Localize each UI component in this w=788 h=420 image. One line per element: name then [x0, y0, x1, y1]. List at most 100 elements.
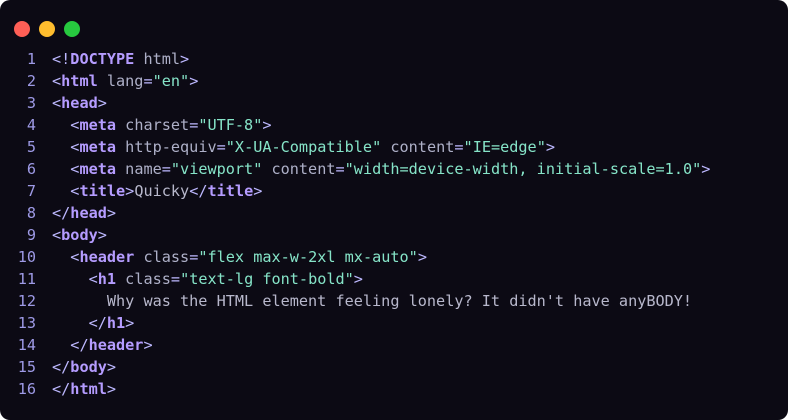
code-token: =	[189, 116, 199, 134]
code-token: Quicky	[134, 182, 190, 200]
code-token: title	[207, 182, 254, 200]
window-controls	[14, 21, 80, 37]
code-token: meta	[79, 116, 117, 134]
code-line: 4 <meta charset="UTF-8">	[0, 114, 788, 136]
line-number: 14	[17, 336, 36, 354]
code-line: 12 Why was the HTML element feeling lone…	[0, 290, 788, 312]
code-token: =	[161, 160, 171, 178]
code-token: header	[88, 336, 144, 354]
code-line: 16 </html>	[0, 378, 788, 400]
code-line: 15 </body>	[0, 356, 788, 378]
code-token: >	[189, 72, 199, 90]
code-token: </	[52, 380, 71, 398]
line-number: 16	[17, 380, 36, 398]
line-number: 13	[17, 314, 36, 332]
code-line: 11 <h1 class="text-lg font-bold">	[0, 268, 788, 290]
code-line: 6 <meta name="viewport" content="width=d…	[0, 158, 788, 180]
code-token: >	[545, 138, 555, 156]
code-token: =	[216, 138, 226, 156]
code-line: 14 </header>	[0, 334, 788, 356]
code-token: >	[143, 336, 153, 354]
code-token: h1	[106, 314, 126, 332]
zoom-button[interactable]	[64, 21, 80, 37]
line-number: 6	[26, 160, 36, 178]
code-token: lang	[97, 72, 144, 90]
code-text: <title>Quicky</title>	[52, 180, 788, 202]
code-token: </	[189, 182, 208, 200]
code-token: title	[79, 182, 126, 200]
code-token: html	[61, 72, 98, 90]
code-token: >	[97, 226, 107, 244]
code-text: <head>	[52, 92, 788, 114]
code-token: "viewport"	[170, 160, 263, 178]
code-token: >	[106, 204, 117, 222]
code-token: "width=device-width, initial-scale=1.0"	[344, 160, 702, 178]
line-number: 15	[17, 358, 36, 376]
code-token: class	[116, 270, 171, 288]
code-token: "text-lg font-bold"	[180, 270, 354, 288]
code-token: html	[70, 380, 107, 398]
code-block: 1 <!DOCTYPE html> 2 <html lang="en"> 3 <head>…	[0, 48, 788, 400]
code-token: >	[253, 182, 263, 200]
line-number: 4	[26, 116, 36, 134]
code-line: 13 </h1>	[0, 312, 788, 334]
code-token: meta	[79, 138, 117, 156]
code-token: >	[106, 358, 117, 376]
line-number: 2	[26, 72, 36, 90]
code-text: </h1>	[52, 312, 788, 334]
code-token: <	[88, 270, 98, 288]
code-token: =	[189, 248, 199, 266]
code-text: <header class="flex max-w-2xl mx-auto">	[52, 246, 788, 268]
code-token: body	[61, 226, 98, 244]
code-token: class	[134, 248, 190, 266]
code-text: Why was the HTML element feeling lonely?…	[52, 290, 788, 312]
line-number: 8	[26, 204, 36, 222]
code-token: >	[262, 116, 272, 134]
code-token: >	[180, 50, 190, 68]
code-token: =	[143, 72, 153, 90]
code-token: >	[701, 160, 711, 178]
code-token: "IE=edge"	[463, 138, 546, 156]
code-token: "flex max-w-2xl mx-auto"	[198, 248, 418, 266]
code-text: </header>	[52, 334, 788, 356]
code-token: =	[170, 270, 181, 288]
code-token: >	[97, 94, 107, 112]
code-token: >	[106, 380, 117, 398]
code-line: 1 <!DOCTYPE html>	[0, 48, 788, 70]
close-button[interactable]	[14, 21, 30, 37]
code-token: "X-UA-Compatible"	[225, 138, 382, 156]
line-number: 7	[26, 182, 36, 200]
code-token: </	[52, 204, 71, 222]
code-token: html	[134, 50, 181, 68]
line-number: 3	[26, 94, 36, 112]
code-token: >	[125, 182, 135, 200]
line-number: 1	[26, 50, 36, 68]
code-line: 9 <body>	[0, 224, 788, 246]
code-token: </	[88, 314, 107, 332]
code-token: "en"	[152, 72, 190, 90]
code-token: Why was the HTML element feeling lonely?…	[106, 292, 693, 310]
line-number: 12	[17, 292, 36, 310]
code-token: head	[70, 204, 107, 222]
code-text: <meta http-equiv="X-UA-Compatible" conte…	[52, 136, 788, 158]
code-token: name	[116, 160, 162, 178]
code-text: </html>	[52, 378, 788, 400]
code-text: </head>	[52, 202, 788, 224]
line-number: 9	[26, 226, 36, 244]
code-line: 3 <head>	[0, 92, 788, 114]
code-token: content	[262, 160, 336, 178]
code-line: 7 <title>Quicky</title>	[0, 180, 788, 202]
code-line: 5 <meta http-equiv="X-UA-Compatible" con…	[0, 136, 788, 158]
code-token: >	[417, 248, 427, 266]
code-token: DOCTYPE	[70, 50, 135, 68]
code-token: >	[353, 270, 363, 288]
code-text: <meta charset="UTF-8">	[52, 114, 788, 136]
minimize-button[interactable]	[39, 21, 55, 37]
